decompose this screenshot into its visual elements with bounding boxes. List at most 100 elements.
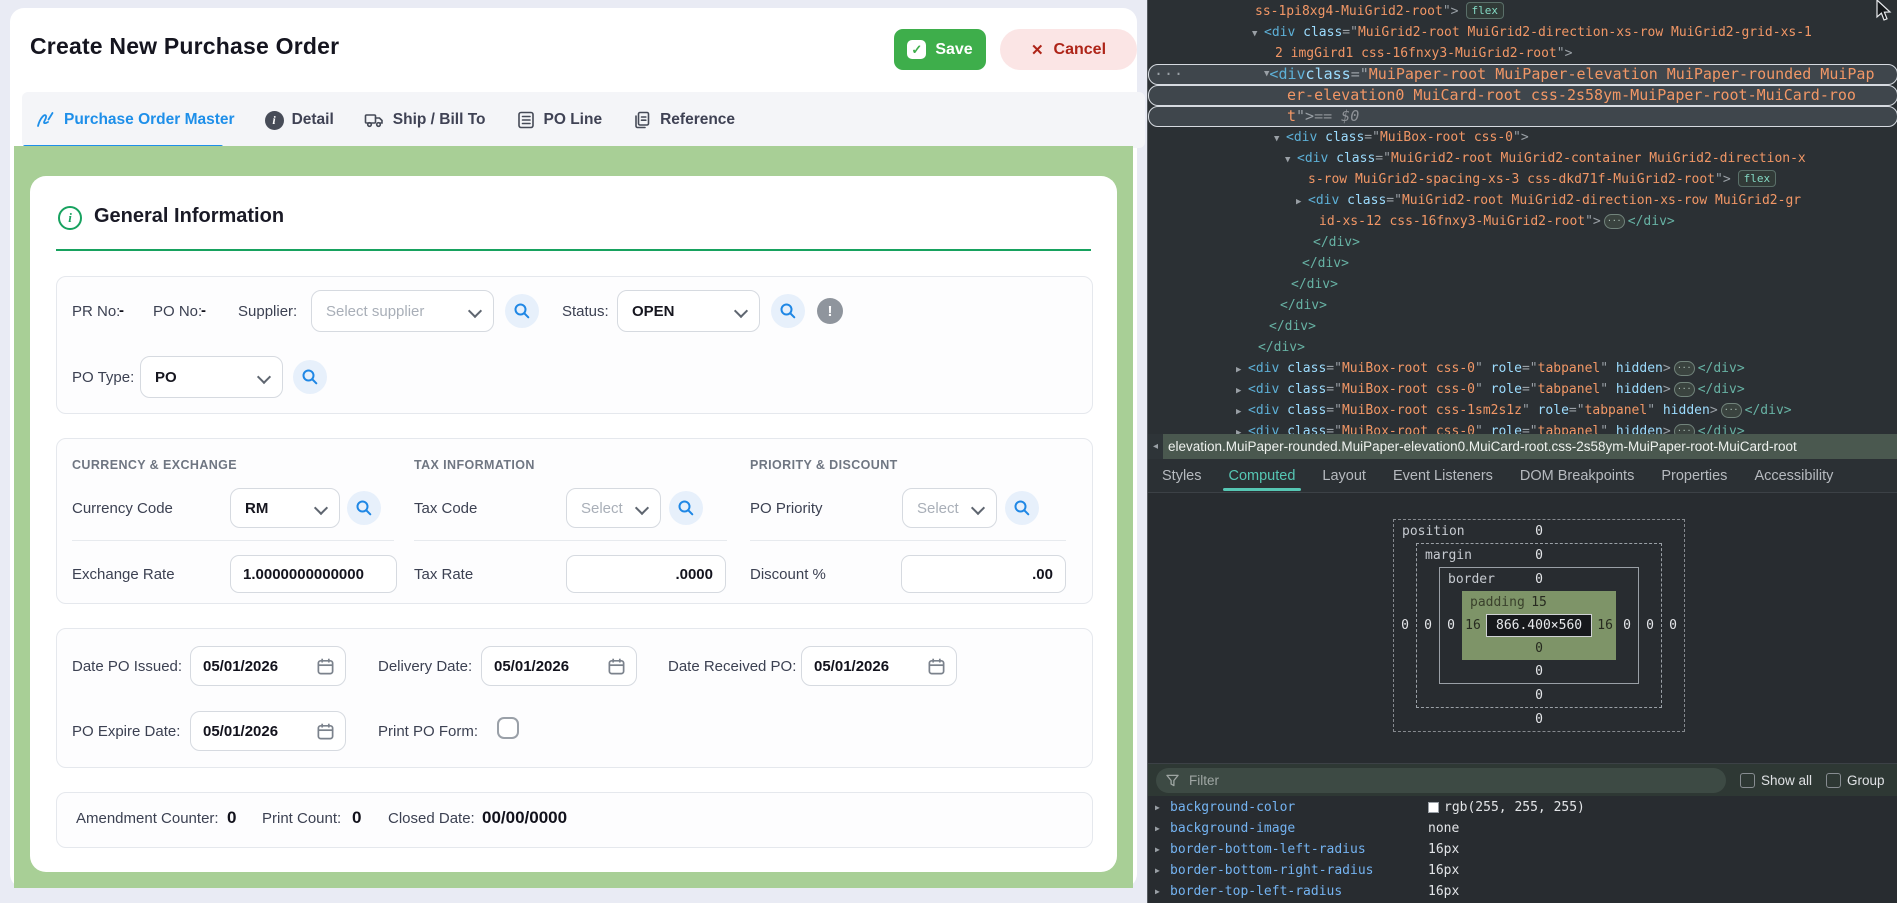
tree-text: =" [1326,361,1342,376]
devtools-tree-line[interactable]: </div> [1148,232,1897,253]
tree-expand-arrow-icon[interactable]: ▼ [1252,24,1264,45]
print-po-form-checkbox[interactable] [497,717,519,739]
filter-field[interactable] [1156,768,1726,793]
currency-code-select[interactable]: RM [230,488,340,528]
tax-code-search-button[interactable] [669,491,703,525]
computed-property-row[interactable]: ▶border-bottom-right-radius16px [1148,860,1897,881]
devtools-tree-line[interactable]: ▶<div class="MuiBox-root css-1sm2s1z" ro… [1148,400,1897,421]
save-button-label: Save [935,41,972,59]
devtools-tab-accessibility[interactable]: Accessibility [1754,459,1833,492]
devtools-tree-line[interactable]: er-elevation0 MuiCard-root css-2s58ym-Mu… [1148,85,1897,106]
devtools-tab-properties[interactable]: Properties [1661,459,1727,492]
tree-text: <div [1269,64,1305,85]
tree-text: hidden [1616,361,1663,376]
computed-property-row[interactable]: ▶border-top-left-radius16px [1148,881,1897,902]
calendar-icon [316,657,335,676]
tree-ellipsis-icon[interactable]: ··· [1604,214,1625,229]
property-expand-arrow-icon[interactable]: ▶ [1148,839,1170,860]
devtools-tree-line[interactable]: </div> [1148,337,1897,358]
devtools-tree-line[interactable]: ▶<div class="MuiBox-root css-0" role="ta… [1148,379,1897,400]
devtools-tree-line[interactable]: ▼<div class="MuiGrid2-root MuiGrid2-cont… [1148,148,1897,169]
devtools-tree-line[interactable]: </div> [1148,253,1897,274]
tab-label: Purchase Order Master [64,111,235,129]
tax-rate-input[interactable]: .0000 [566,555,726,593]
po-priority-search-button[interactable] [1005,491,1039,525]
border-bottom: 0 [1535,664,1543,679]
tree-expand-arrow-icon[interactable]: ▶ [1236,423,1248,434]
position-top: 0 [1535,524,1543,539]
supplier-select[interactable]: Select supplier [311,290,494,332]
discount-input[interactable]: .00 [901,555,1066,593]
devtools-tab-dom-breakpoints[interactable]: DOM Breakpoints [1520,459,1634,492]
show-all-checkbox[interactable] [1740,773,1755,788]
position-left: 0 [1394,618,1416,633]
tree-ellipsis-icon[interactable]: ··· [1674,424,1695,434]
tree-expand-arrow-icon[interactable]: ▶ [1236,360,1248,381]
tab-detail[interactable]: i Detail [265,111,334,130]
po-expire-date-input[interactable]: 05/01/2026 [190,711,346,751]
tree-text: " [1600,424,1616,434]
tree-ellipsis-icon[interactable]: ··· [1721,403,1742,418]
property-expand-arrow-icon[interactable]: ▶ [1148,797,1170,818]
devtools-tree-line[interactable]: ▶<div class="MuiBox-root css-0" role="ta… [1148,358,1897,379]
devtools-tree-line[interactable]: ···▼<div class="MuiPaper-root MuiPaper-e… [1148,64,1897,85]
tree-expand-arrow-icon[interactable]: ▼ [1285,150,1297,171]
save-button[interactable]: ✓ Save [894,29,986,70]
devtools-tab-event-listeners[interactable]: Event Listeners [1393,459,1493,492]
breadcrumb[interactable]: elevation.MuiPaper-rounded.MuiPaper-elev… [1168,439,1797,454]
property-expand-arrow-icon[interactable]: ▶ [1148,860,1170,881]
page-title: Create New Purchase Order [30,33,339,60]
devtools-tab-styles[interactable]: Styles [1162,459,1202,492]
delivery-date-input[interactable]: 05/01/2026 [481,646,637,686]
devtools-tree-line[interactable]: ▼<div class="MuiBox-root css-0"> [1148,127,1897,148]
tree-expand-arrow-icon[interactable]: ▶ [1236,402,1248,423]
status-search-button[interactable] [771,294,805,328]
tree-expand-arrow-icon[interactable]: ▼ [1274,129,1286,150]
tree-text: </div> [1313,235,1360,250]
devtools-elements-tree[interactable]: ss-1pi8xg4-MuiGrid2-root">flex▼<div clas… [1148,0,1897,434]
property-expand-arrow-icon[interactable]: ▶ [1148,881,1170,902]
tab-purchase-order-master[interactable]: Purchase Order Master [36,110,235,130]
group-checkbox[interactable] [1826,773,1841,788]
tab-po-line[interactable]: PO Line [516,110,603,130]
devtools-tree-line[interactable]: t"> == $0 [1148,106,1897,127]
currency-search-button[interactable] [347,491,381,525]
tree-ellipsis-icon[interactable]: ··· [1674,361,1695,376]
devtools-tree-line[interactable]: </div> [1148,295,1897,316]
exclamation-icon[interactable]: ! [817,298,843,324]
date-po-issued-input[interactable]: 05/01/2026 [190,646,346,686]
tree-expand-arrow-icon[interactable]: ▶ [1296,192,1308,213]
tree-ellipsis-icon[interactable]: ··· [1674,382,1695,397]
computed-property-row[interactable]: ▶border-bottom-left-radius16px [1148,839,1897,860]
devtools-tree-line[interactable]: ▶<div class="MuiBox-root css-0" role="ta… [1148,421,1897,434]
devtools-tree-line[interactable]: id-xs-12 css-16fnxy3-MuiGrid2-root">···<… [1148,211,1897,232]
filter-input[interactable] [1187,772,1671,789]
devtools-tree-line[interactable]: s-row MuiGrid2-spacing-xs-3 css-dkd71f-M… [1148,169,1897,190]
cancel-button[interactable]: ✕ Cancel [1000,29,1137,70]
tax-code-select[interactable]: Select [566,488,661,528]
devtools-tree-line[interactable]: ss-1pi8xg4-MuiGrid2-root">flex [1148,1,1897,22]
tab-ship-bill-to[interactable]: Ship / Bill To [364,110,486,130]
status-select[interactable]: OPEN [617,290,760,332]
property-expand-arrow-icon[interactable]: ▶ [1148,818,1170,839]
left-arrow-icon[interactable]: ◂ [1148,434,1163,459]
devtools-tab-layout[interactable]: Layout [1322,459,1366,492]
po-type-select[interactable]: PO [140,356,283,398]
devtools-tab-computed[interactable]: Computed [1229,459,1296,492]
devtools-breadcrumb-bar[interactable]: ◂ elevation.MuiPaper-rounded.MuiPaper-el… [1148,434,1897,459]
tab-reference[interactable]: Reference [632,110,735,130]
devtools-tree-line[interactable]: ▶<div class="MuiGrid2-root MuiGrid2-dire… [1148,190,1897,211]
computed-property-row[interactable]: ▶background-colorrgb(255, 255, 255) [1148,797,1897,818]
exchange-rate-input[interactable]: 1.0000000000000 [230,555,397,593]
devtools-tree-line[interactable]: </div> [1148,316,1897,337]
devtools-tree-line[interactable]: ▼<div class="MuiGrid2-root MuiGrid2-dire… [1148,22,1897,43]
devtools-tree-line[interactable]: </div> [1148,274,1897,295]
tree-text: "> [1557,46,1573,61]
computed-property-row[interactable]: ▶background-imagenone [1148,818,1897,839]
tree-expand-arrow-icon[interactable]: ▶ [1236,381,1248,402]
po-priority-select[interactable]: Select [902,488,997,528]
date-received-po-input[interactable]: 05/01/2026 [801,646,957,686]
devtools-tree-line[interactable]: 2 imgGird1 css-16fnxy3-MuiGrid2-root"> [1148,43,1897,64]
po-type-search-button[interactable] [293,360,327,394]
supplier-search-button[interactable] [505,294,539,328]
